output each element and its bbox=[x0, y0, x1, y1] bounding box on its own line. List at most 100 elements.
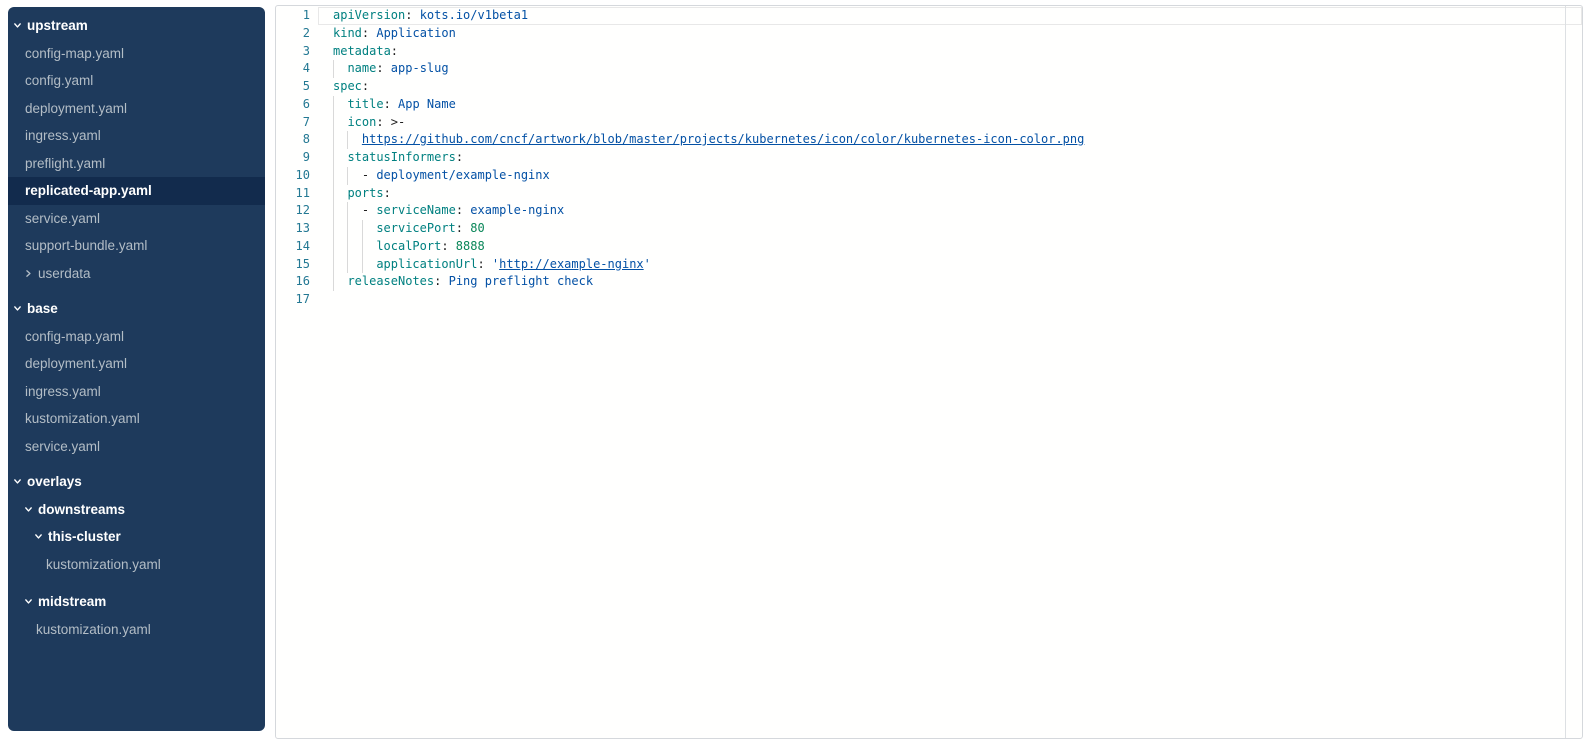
tree-item-downstreams[interactable]: downstreams bbox=[8, 496, 265, 524]
code-line[interactable]: 7icon: >- bbox=[276, 114, 1582, 132]
chevron-down-icon bbox=[33, 532, 43, 542]
line-number: 8 bbox=[276, 131, 310, 149]
indent-guide bbox=[333, 202, 347, 220]
line-number: 7 bbox=[276, 114, 310, 132]
code-token-p: : bbox=[441, 239, 455, 253]
code-line-content: - deployment/example-nginx bbox=[318, 167, 1582, 185]
indent-guide bbox=[333, 60, 347, 78]
code-token-num: 80 bbox=[470, 221, 484, 235]
line-number: 6 bbox=[276, 96, 310, 114]
tree-item-label: overlays bbox=[27, 474, 82, 489]
tree-item-service.yaml[interactable]: service.yaml bbox=[8, 205, 265, 233]
tree-item-replicated-app.yaml[interactable]: replicated-app.yaml bbox=[8, 177, 265, 205]
code-line-content: metadata: bbox=[318, 43, 1582, 61]
code-line[interactable]: 13servicePort: 80 bbox=[276, 220, 1582, 238]
indent-guide bbox=[333, 167, 347, 185]
indent-guide bbox=[347, 238, 361, 256]
tree-item-deployment.yaml[interactable]: deployment.yaml bbox=[8, 350, 265, 378]
code-line[interactable]: 9statusInformers: bbox=[276, 149, 1582, 167]
code-token-key: title bbox=[347, 97, 383, 111]
code-line[interactable]: 5spec: bbox=[276, 78, 1582, 96]
tree-item-preflight.yaml[interactable]: preflight.yaml bbox=[8, 150, 265, 178]
code-line[interactable]: 3metadata: bbox=[276, 43, 1582, 61]
indent-guide bbox=[333, 238, 347, 256]
tree-item-midstream[interactable]: midstream bbox=[8, 588, 265, 616]
code-line[interactable]: 11ports: bbox=[276, 185, 1582, 203]
code-line[interactable]: 17 bbox=[276, 291, 1582, 309]
tree-item-base[interactable]: base bbox=[8, 295, 265, 323]
tree-item-support-bundle.yaml[interactable]: support-bundle.yaml bbox=[8, 232, 265, 260]
tree-item-config-map.yaml[interactable]: config-map.yaml bbox=[8, 40, 265, 68]
line-number: 16 bbox=[276, 273, 310, 291]
code-line[interactable]: 14localPort: 8888 bbox=[276, 238, 1582, 256]
code-token-str: Ping preflight check bbox=[449, 274, 594, 288]
tree-item-label: deployment.yaml bbox=[25, 356, 127, 371]
code-token-p: >- bbox=[391, 115, 405, 129]
indent-guide bbox=[333, 96, 347, 114]
indent-guide bbox=[333, 220, 347, 238]
code-line[interactable]: 4name: app-slug bbox=[276, 60, 1582, 78]
line-number: 11 bbox=[276, 185, 310, 203]
tree-item-userdata[interactable]: userdata bbox=[8, 260, 265, 288]
code-line-content: https://github.com/cncf/artwork/blob/mas… bbox=[318, 131, 1582, 149]
tree-item-label: this-cluster bbox=[48, 529, 121, 544]
code-token-str: example-nginx bbox=[470, 203, 564, 217]
code-line[interactable]: 2kind: Application bbox=[276, 25, 1582, 43]
tree-item-label: deployment.yaml bbox=[25, 101, 127, 116]
code-token-p: : bbox=[456, 150, 463, 164]
chevron-down-icon bbox=[23, 597, 33, 607]
tree-item-ingress.yaml[interactable]: ingress.yaml bbox=[8, 378, 265, 406]
chevron-right-icon bbox=[23, 268, 33, 278]
line-number: 4 bbox=[276, 60, 310, 78]
code-line[interactable]: 15applicationUrl: 'http://example-nginx' bbox=[276, 256, 1582, 274]
code-line[interactable]: 1apiVersion: kots.io/v1beta1 bbox=[276, 7, 1582, 25]
tree-item-upstream[interactable]: upstream bbox=[8, 12, 265, 40]
tree-item-kustomization.yaml[interactable]: kustomization.yaml bbox=[8, 616, 265, 644]
code-token-key: spec bbox=[333, 79, 362, 93]
tree-item-config.yaml[interactable]: config.yaml bbox=[8, 67, 265, 95]
line-number: 9 bbox=[276, 149, 310, 167]
code-token-key: releaseNotes bbox=[347, 274, 434, 288]
code-line[interactable]: 10 - deployment/example-nginx bbox=[276, 167, 1582, 185]
indent-guide bbox=[333, 149, 347, 167]
code-token-str: kots.io/v1beta1 bbox=[420, 8, 528, 22]
code-line-content: spec: bbox=[318, 78, 1582, 96]
code-token-p: : bbox=[362, 79, 369, 93]
code-link[interactable]: https://github.com/cncf/artwork/blob/mas… bbox=[362, 132, 1084, 146]
code-link[interactable]: http://example-nginx bbox=[499, 257, 644, 271]
tree-item-config-map.yaml[interactable]: config-map.yaml bbox=[8, 323, 265, 351]
code-token-key: metadata bbox=[333, 44, 391, 58]
tree-item-ingress.yaml[interactable]: ingress.yaml bbox=[8, 122, 265, 150]
code-line-content: servicePort: 80 bbox=[318, 220, 1582, 238]
code-line-content: kind: Application bbox=[318, 25, 1582, 43]
code-token-p: : bbox=[405, 8, 419, 22]
chevron-down-icon bbox=[12, 477, 22, 487]
line-number: 10 bbox=[276, 167, 310, 185]
tree-item-kustomization.yaml[interactable]: kustomization.yaml bbox=[8, 405, 265, 433]
code-line-content: applicationUrl: 'http://example-nginx' bbox=[318, 256, 1582, 274]
code-line[interactable]: 6title: App Name bbox=[276, 96, 1582, 114]
scrollbar-track[interactable] bbox=[1565, 6, 1566, 738]
indent-guide bbox=[333, 131, 347, 149]
code-line-content bbox=[318, 291, 1582, 309]
indent-guide bbox=[362, 220, 376, 238]
code-token-p: : bbox=[434, 274, 448, 288]
code-token-key: ports bbox=[347, 186, 383, 200]
tree-item-overlays[interactable]: overlays bbox=[8, 468, 265, 496]
code-line[interactable]: 8 https://github.com/cncf/artwork/blob/ma… bbox=[276, 131, 1582, 149]
code-line-content: localPort: 8888 bbox=[318, 238, 1582, 256]
code-editor[interactable]: 1apiVersion: kots.io/v1beta12kind: Appli… bbox=[276, 6, 1582, 309]
tree-item-label: userdata bbox=[38, 266, 91, 281]
tree-item-label: kustomization.yaml bbox=[46, 557, 161, 572]
code-token-str: app-slug bbox=[391, 61, 449, 75]
tree-item-kustomization.yaml[interactable]: kustomization.yaml bbox=[8, 551, 265, 579]
line-number: 12 bbox=[276, 202, 310, 220]
tree-item-this-cluster[interactable]: this-cluster bbox=[8, 523, 265, 551]
code-line[interactable]: 12- serviceName: example-nginx bbox=[276, 202, 1582, 220]
tree-item-label: ingress.yaml bbox=[25, 384, 101, 399]
tree-item-label: midstream bbox=[38, 594, 106, 609]
code-token-str: ' bbox=[644, 257, 651, 271]
tree-item-deployment.yaml[interactable]: deployment.yaml bbox=[8, 95, 265, 123]
code-line[interactable]: 16 releaseNotes: Ping preflight check bbox=[276, 273, 1582, 291]
tree-item-service.yaml[interactable]: service.yaml bbox=[8, 433, 265, 461]
